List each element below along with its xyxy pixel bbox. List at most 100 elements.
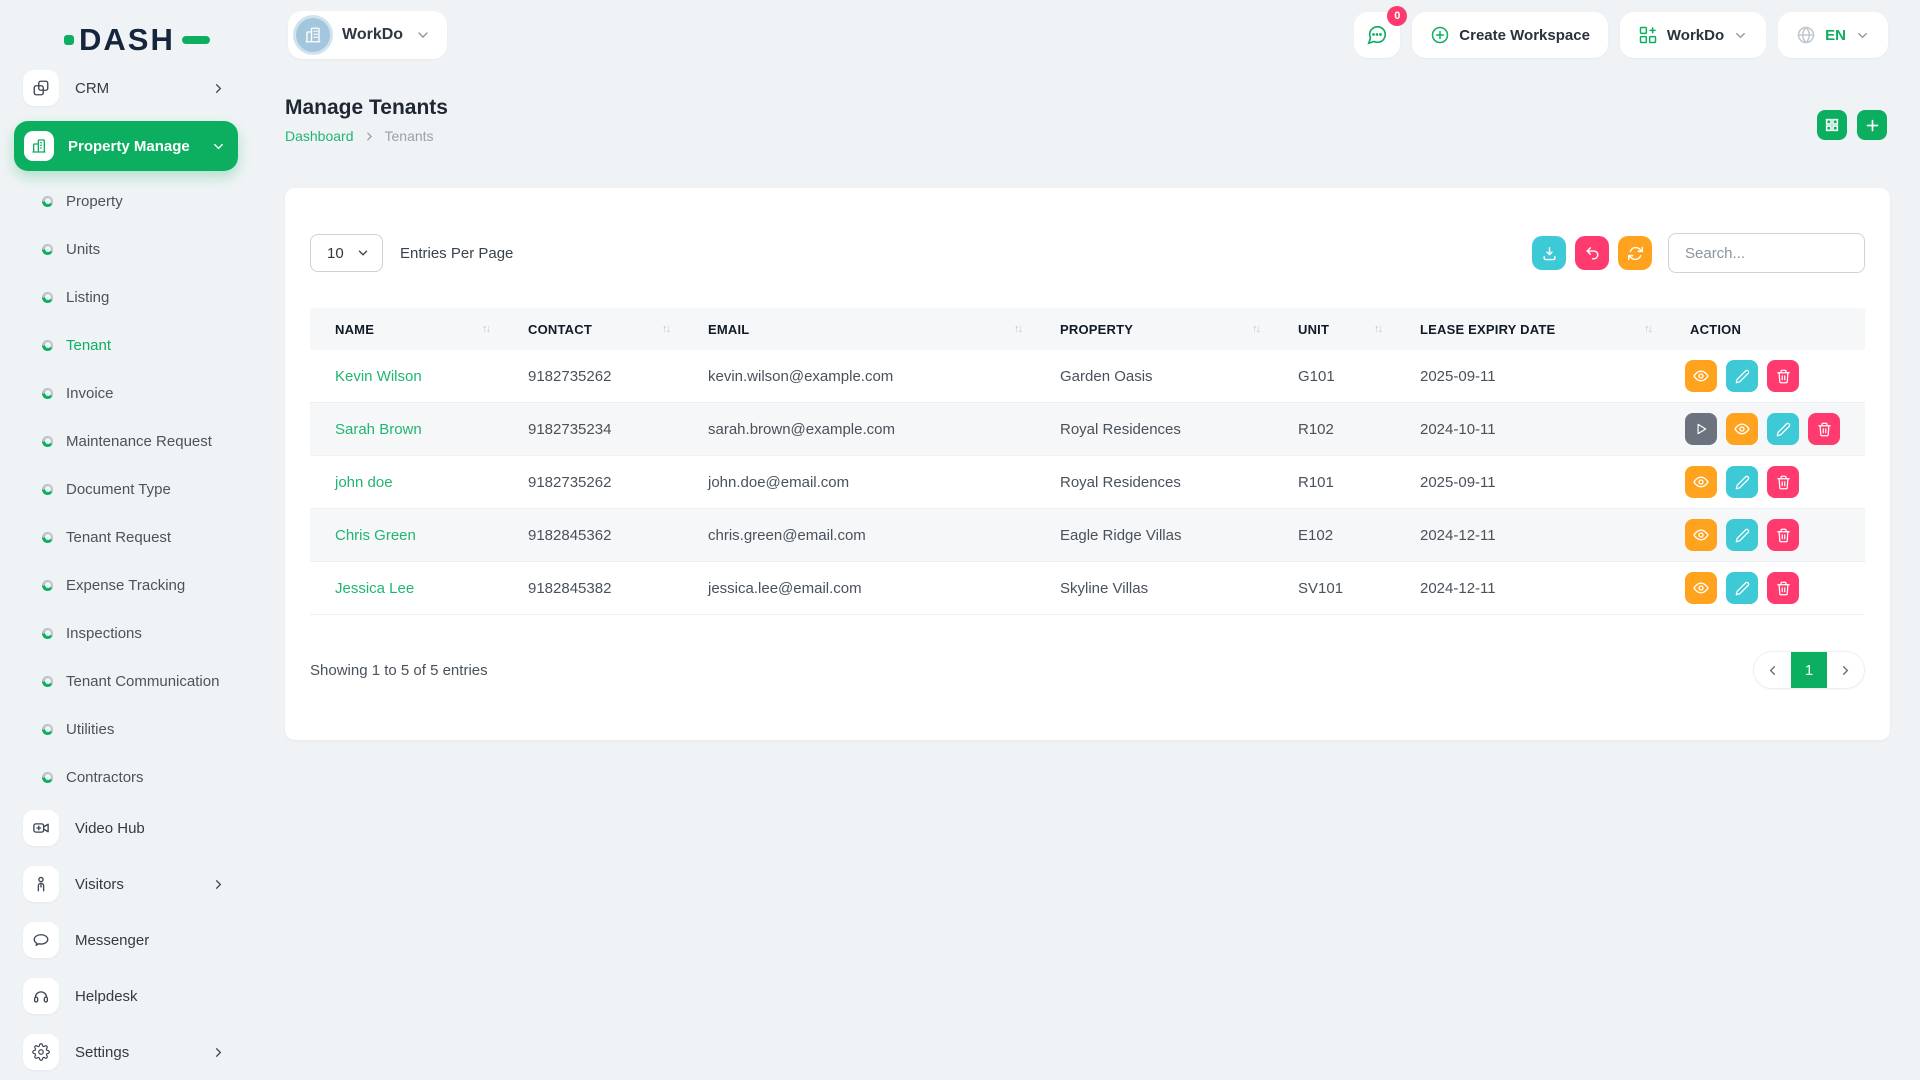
- search-input[interactable]: [1668, 233, 1865, 273]
- bullet-icon: [42, 244, 53, 255]
- delete-button[interactable]: [1767, 466, 1799, 498]
- create-workspace-button[interactable]: Create Workspace: [1412, 12, 1608, 58]
- play-button[interactable]: [1685, 413, 1717, 445]
- sidebar-item-label: CRM: [75, 80, 211, 97]
- chevron-down-icon: [415, 27, 431, 43]
- sidebar-item-video-hub[interactable]: Video Hub: [0, 805, 252, 851]
- sidebar-subitem-expense-tracking[interactable]: Expense Tracking: [0, 561, 252, 609]
- column-header-contact[interactable]: CONTACT↑↓: [503, 322, 683, 337]
- workspace-menu-button[interactable]: WorkDo: [1620, 12, 1766, 58]
- sidebar-subitem-contractors[interactable]: Contractors: [0, 753, 252, 801]
- row-actions: [1665, 466, 1865, 498]
- sidebar-subitem-units[interactable]: Units: [0, 225, 252, 273]
- sidebar-subitem-invoice[interactable]: Invoice: [0, 369, 252, 417]
- column-header-action: ACTION: [1665, 322, 1865, 337]
- eye-icon: [1693, 527, 1709, 543]
- sidebar-item-label: Helpdesk: [75, 988, 252, 1005]
- sidebar-subitem-tenant[interactable]: Tenant: [0, 321, 252, 369]
- sidebar-subitem-tenant-communication[interactable]: Tenant Communication: [0, 657, 252, 705]
- sidebar-subitem-listing[interactable]: Listing: [0, 273, 252, 321]
- column-header-unit[interactable]: UNIT↑↓: [1273, 322, 1395, 337]
- column-header-email[interactable]: EMAIL↑↓: [683, 322, 1035, 337]
- sidebar-subitem-inspections[interactable]: Inspections: [0, 609, 252, 657]
- table-row: Sarah Brown 9182735234 sarah.brown@examp…: [310, 403, 1865, 456]
- sort-icon[interactable]: ↑↓: [1374, 323, 1381, 335]
- delete-button[interactable]: [1767, 572, 1799, 604]
- sidebar-item-label: Video Hub: [75, 820, 252, 837]
- video-camera-icon: [23, 810, 59, 846]
- sort-icon[interactable]: ↑↓: [1644, 323, 1651, 335]
- tenant-name-link[interactable]: Chris Green: [310, 527, 503, 544]
- view-button[interactable]: [1685, 360, 1717, 392]
- tenant-property: Skyline Villas: [1035, 580, 1273, 597]
- sidebar-subitem-tenant-request[interactable]: Tenant Request: [0, 513, 252, 561]
- tenant-name-link[interactable]: Jessica Lee: [310, 580, 503, 597]
- edit-button[interactable]: [1726, 572, 1758, 604]
- column-header-name[interactable]: NAME↑↓: [310, 322, 503, 337]
- sort-icon[interactable]: ↑↓: [1252, 323, 1259, 335]
- row-actions: [1665, 519, 1865, 551]
- view-button[interactable]: [1726, 413, 1758, 445]
- bullet-icon: [42, 436, 53, 447]
- edit-button[interactable]: [1726, 360, 1758, 392]
- sidebar-subitem-document-type[interactable]: Document Type: [0, 465, 252, 513]
- sidebar-item-visitors[interactable]: Visitors: [0, 861, 252, 907]
- sidebar-item-crm[interactable]: CRM: [0, 65, 252, 111]
- chevron-right-icon: [363, 130, 376, 143]
- sidebar-item-settings[interactable]: Settings: [0, 1029, 252, 1075]
- language-selector[interactable]: EN: [1778, 12, 1888, 58]
- add-tenant-button[interactable]: [1857, 110, 1887, 140]
- edit-button[interactable]: [1726, 466, 1758, 498]
- delete-button[interactable]: [1767, 360, 1799, 392]
- tenants-card: 10 Entries Per Page NAME↑↓ CONTACT↑↓ EMA…: [285, 188, 1890, 740]
- edit-button[interactable]: [1726, 519, 1758, 551]
- tenant-name-link[interactable]: Sarah Brown: [310, 421, 503, 438]
- sort-icon[interactable]: ↑↓: [482, 323, 489, 335]
- view-button[interactable]: [1685, 519, 1717, 551]
- delete-button[interactable]: [1767, 519, 1799, 551]
- sidebar-subitem-maintenance-request[interactable]: Maintenance Request: [0, 417, 252, 465]
- page-number-button[interactable]: 1: [1791, 651, 1827, 689]
- building-icon: [304, 26, 322, 44]
- sidebar-subitem-utilities[interactable]: Utilities: [0, 705, 252, 753]
- delete-button[interactable]: [1808, 413, 1840, 445]
- tenant-name-link[interactable]: Kevin Wilson: [310, 368, 503, 385]
- tenant-name-link[interactable]: john doe: [310, 474, 503, 491]
- view-button[interactable]: [1685, 466, 1717, 498]
- breadcrumb-dashboard-link[interactable]: Dashboard: [285, 128, 354, 144]
- sidebar-item-messenger[interactable]: Messenger: [0, 917, 252, 963]
- export-button[interactable]: [1532, 236, 1566, 270]
- chevron-left-icon: [1765, 663, 1780, 678]
- view-button[interactable]: [1685, 572, 1717, 604]
- grid-view-button[interactable]: [1817, 110, 1847, 140]
- column-header-property[interactable]: PROPERTY↑↓: [1035, 322, 1273, 337]
- sidebar-item-property-manage[interactable]: Property Manage: [14, 121, 238, 171]
- sidebar-item-helpdesk[interactable]: Helpdesk: [0, 973, 252, 1019]
- entries-per-page-label: Entries Per Page: [400, 245, 1532, 262]
- tenant-contact: 9182735234: [503, 421, 683, 438]
- tenant-property: Royal Residences: [1035, 474, 1273, 491]
- column-header-lease-expiry[interactable]: LEASE EXPIRY DATE↑↓: [1395, 322, 1665, 337]
- table-row: Jessica Lee 9182845382 jessica.lee@email…: [310, 562, 1865, 615]
- tenant-property: Eagle Ridge Villas: [1035, 527, 1273, 544]
- messages-button[interactable]: 0: [1354, 12, 1400, 58]
- workspace-selector[interactable]: WorkDo: [288, 11, 447, 59]
- undo-button[interactable]: [1575, 236, 1609, 270]
- tenant-property: Garden Oasis: [1035, 368, 1273, 385]
- sort-icon[interactable]: ↑↓: [1014, 323, 1021, 335]
- bullet-icon: [42, 628, 53, 639]
- grid-plus-icon: [1638, 25, 1658, 45]
- edit-button[interactable]: [1767, 413, 1799, 445]
- table-controls: 10 Entries Per Page: [310, 233, 1865, 273]
- table-row: john doe 9182735262 john.doe@email.com R…: [310, 456, 1865, 509]
- refresh-button[interactable]: [1618, 236, 1652, 270]
- entries-per-page-select[interactable]: 10: [310, 234, 383, 272]
- bullet-icon: [42, 340, 53, 351]
- next-page-button[interactable]: [1827, 651, 1864, 689]
- previous-page-button[interactable]: [1754, 651, 1791, 689]
- bullet-icon: [42, 676, 53, 687]
- tenant-email: chris.green@email.com: [683, 527, 1035, 544]
- sidebar-subitem-property[interactable]: Property: [0, 177, 252, 225]
- crm-icon: [23, 70, 59, 106]
- sort-icon[interactable]: ↑↓: [662, 323, 669, 335]
